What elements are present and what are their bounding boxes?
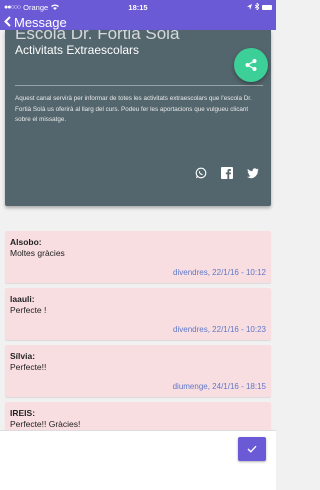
back-button[interactable] bbox=[4, 15, 11, 29]
divider bbox=[15, 85, 263, 86]
channel-subtitle: Activitats Extraescolars bbox=[15, 43, 140, 57]
checkmark-icon bbox=[247, 445, 257, 453]
status-time: 18:15 bbox=[128, 2, 148, 12]
channel-description: Aquest canal servirà per informar de tot… bbox=[15, 95, 252, 123]
message-text: Moltes gràcies bbox=[10, 248, 65, 258]
message-text: Perfecte ! bbox=[10, 305, 47, 315]
nav-bar: Message bbox=[0, 14, 276, 30]
social-share-bar bbox=[195, 166, 259, 179]
message-date: diumenge, 24/1/16 - 18:15 bbox=[172, 382, 266, 391]
share-icon bbox=[245, 59, 257, 71]
message-author: Sílvia: bbox=[10, 351, 36, 361]
message-item[interactable]: laauli: Perfecte ! divendres, 22/1/16 - … bbox=[5, 288, 271, 340]
message-date: divendres, 22/1/16 - 10:23 bbox=[173, 325, 266, 334]
facebook-icon[interactable] bbox=[221, 166, 233, 179]
nav-title: Message bbox=[14, 14, 67, 30]
channel-title: Escola Dr. Fortià Solà bbox=[15, 30, 180, 43]
message-list: Alsobo: Moltes gràcies divendres, 22/1/1… bbox=[5, 231, 271, 459]
whatsapp-icon[interactable] bbox=[195, 166, 207, 179]
message-date: divendres, 22/1/16 - 10:12 bbox=[173, 268, 266, 277]
message-item[interactable]: Alsobo: Moltes gràcies divendres, 22/1/1… bbox=[5, 231, 271, 283]
message-input[interactable] bbox=[5, 437, 215, 465]
message-text: Perfecte!! bbox=[10, 362, 47, 372]
share-button[interactable] bbox=[234, 48, 268, 82]
chevron-left-icon bbox=[4, 15, 11, 27]
twitter-icon[interactable] bbox=[247, 166, 259, 179]
channel-header: Escola Dr. Fortià Solà Activitats Extrae… bbox=[5, 30, 271, 206]
message-author: Alsobo: bbox=[10, 237, 42, 247]
status-bar: ●●○○○ Orange 18:15 bbox=[0, 0, 276, 14]
message-composer bbox=[0, 430, 276, 490]
message-author: laauli: bbox=[10, 294, 35, 304]
message-text: Perfecte!! Gràcies! bbox=[10, 419, 81, 429]
message-item[interactable]: Sílvia: Perfecte!! diumenge, 24/1/16 - 1… bbox=[5, 345, 271, 397]
message-author: IREIS: bbox=[10, 408, 36, 418]
send-button[interactable] bbox=[238, 437, 266, 461]
